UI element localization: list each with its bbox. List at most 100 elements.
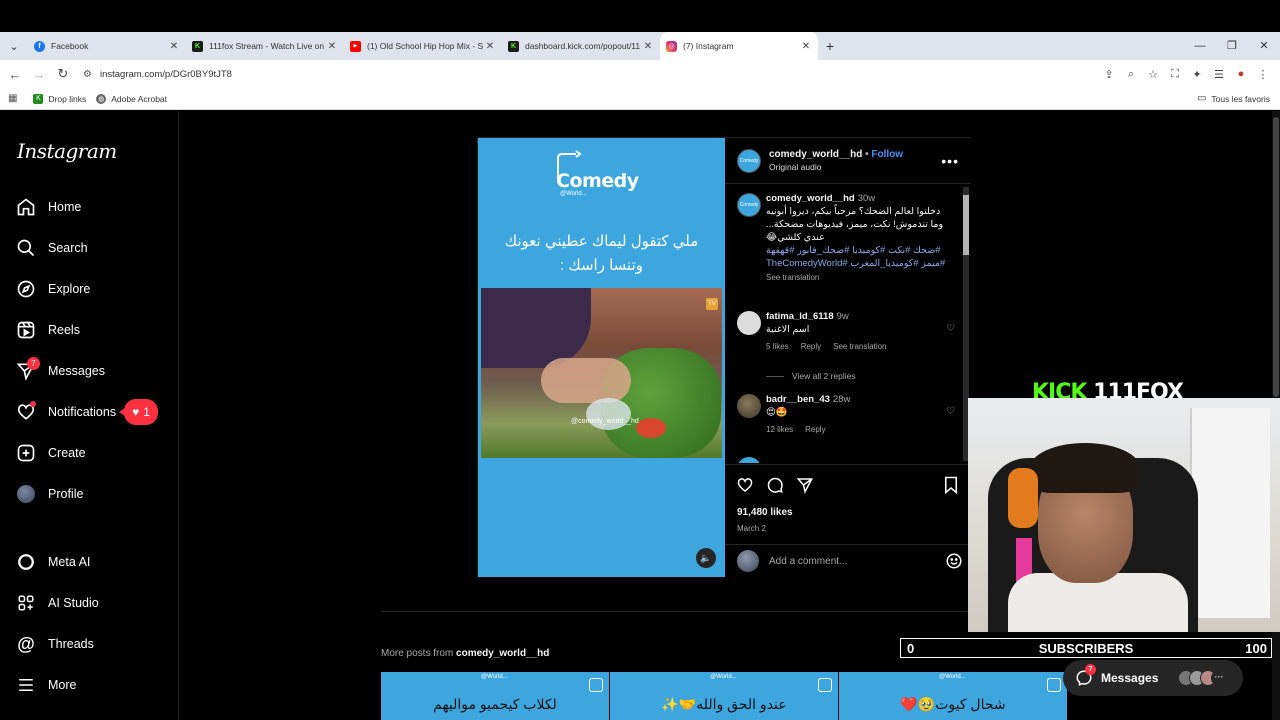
like-comment-heart-icon[interactable]: ♡ — [946, 406, 955, 417]
see-translation-link[interactable]: See translation — [766, 273, 819, 282]
zoom-icon[interactable]: ⌕ — [1120, 68, 1142, 81]
bookmark-star-icon[interactable]: ☆ — [1142, 68, 1164, 81]
apps-grid-icon[interactable]: ▦ — [8, 93, 17, 104]
install-app-icon[interactable]: ⇪ — [1098, 68, 1120, 81]
post-thumbnail[interactable]: @World... لكلاب كيحميو مواليهم — [381, 672, 609, 720]
tab-kick-dashboard[interactable]: K dashboard.kick.com/popout/11 ✕ — [502, 32, 660, 60]
sidebar-item-search[interactable]: Search — [16, 236, 88, 260]
likes-count[interactable]: 91,480 likes — [737, 507, 793, 518]
site-info-icon[interactable]: ⚙ — [83, 69, 92, 80]
video-tomato — [636, 418, 666, 438]
comment-likes[interactable]: 5 likes — [766, 342, 789, 351]
video-frame[interactable]: @comedy_world__hd TV — [481, 288, 722, 458]
caption-author-avatar[interactable]: Comedy — [737, 193, 761, 217]
kick-favicon-icon: K — [192, 40, 203, 52]
close-window-icon[interactable]: ✕ — [1248, 32, 1280, 60]
sidebar-label: Messages — [48, 364, 105, 378]
post-media[interactable]: Comedy @World... ملي كتقول ليماك عطيني ن… — [478, 138, 725, 577]
messages-badge: 7 — [1085, 664, 1096, 675]
action-icons — [735, 475, 815, 495]
tab-close-icon[interactable]: ✕ — [484, 41, 496, 52]
sidebar-item-meta-ai[interactable]: Meta AI — [16, 550, 90, 574]
comment-likes[interactable]: 12 likes — [766, 425, 793, 434]
comment-username[interactable]: badr__ben_43 — [766, 394, 830, 405]
scrollbar-thumb[interactable] — [963, 195, 969, 255]
browser-menu-icon[interactable]: ⋮ — [1252, 68, 1274, 81]
sidebar-item-threads[interactable]: @ Threads — [16, 632, 94, 656]
reply-button[interactable]: Reply — [805, 425, 825, 434]
commenter-avatar[interactable] — [737, 457, 761, 463]
avatar — [17, 485, 35, 503]
bookmark-adobe-acrobat[interactable]: ◍ Adobe Acrobat — [96, 93, 167, 104]
comment-meta: 5 likes Reply See translation — [766, 342, 946, 351]
forward-arrow-icon[interactable]: → — [27, 67, 51, 82]
sidebar-item-more[interactable]: More — [16, 673, 76, 697]
tab-close-icon[interactable]: ✕ — [800, 41, 812, 52]
mute-toggle-icon[interactable]: 🔈 — [696, 548, 716, 568]
tab-instagram[interactable]: ◎ (7) Instagram ✕ — [660, 32, 818, 60]
default-avatar-icon[interactable] — [737, 311, 761, 335]
back-arrow-icon[interactable]: ← — [3, 67, 27, 82]
profile-avatar-icon[interactable]: ● — [1230, 68, 1252, 80]
sidebar-item-profile[interactable]: Profile — [16, 482, 83, 506]
author-username[interactable]: comedy_world__hd — [769, 149, 862, 160]
bookmark-save-icon[interactable] — [941, 475, 961, 495]
tab-close-icon[interactable]: ✕ — [642, 41, 654, 52]
browser-tab-strip: ⌄ f Facebook ✕ K 111fox Stream - Watch L… — [0, 32, 1280, 60]
share-send-icon[interactable] — [795, 475, 815, 495]
url-field[interactable]: ⚙ instagram.com/p/DGr0BY9tJT8 — [83, 63, 232, 85]
like-comment-heart-icon[interactable]: ♡ — [946, 323, 955, 334]
reply-button[interactable]: Reply — [801, 342, 821, 351]
floating-messages-button[interactable]: 7 Messages ··· — [1063, 660, 1243, 696]
caption-username[interactable]: comedy_world__hd — [766, 193, 855, 204]
original-audio-link[interactable]: Original audio — [769, 162, 903, 172]
sidebar-item-reels[interactable]: Reels — [16, 318, 80, 342]
post-thumbnail[interactable]: @World... شحال كيوت🥹❤️ — [839, 672, 1067, 720]
comment-body: badr__ben_43 28w 😍🤩 12 likes Reply — [766, 394, 946, 434]
sidebar-item-ai-studio[interactable]: AI Studio — [16, 591, 99, 615]
hamburger-menu-icon — [16, 675, 36, 695]
see-translation-link[interactable]: See translation — [833, 342, 886, 351]
like-heart-icon[interactable] — [735, 475, 755, 495]
all-bookmarks[interactable]: ▭ Tous les favoris — [1197, 93, 1270, 104]
tab-label: 111fox Stream - Watch Live on — [209, 41, 325, 51]
sidebar-item-home[interactable]: Home — [16, 195, 81, 219]
reload-icon[interactable]: ↻ — [51, 66, 75, 82]
comment-bubble-icon[interactable] — [765, 475, 785, 495]
reel-icon — [818, 678, 832, 692]
tab-search-chevron-icon[interactable]: ⌄ — [0, 32, 28, 60]
emoji-smiley-icon[interactable] — [945, 552, 963, 570]
sidebar-item-explore[interactable]: Explore — [16, 277, 90, 301]
add-comment-input[interactable]: Add a comment... — [769, 556, 945, 567]
tab-close-icon[interactable]: ✕ — [326, 41, 338, 52]
tv-logo-icon: TV — [706, 298, 718, 310]
reading-list-icon[interactable]: ☰ — [1208, 68, 1230, 81]
bookmark-drop-links[interactable]: K Drop links — [33, 93, 86, 104]
tab-111fox-stream[interactable]: K 111fox Stream - Watch Live on ✕ — [186, 32, 344, 60]
screenshot-icon[interactable]: ⛶ — [1164, 68, 1186, 81]
view-replies-link[interactable]: View all 2 replies — [766, 371, 856, 381]
commenter-avatar[interactable] — [737, 394, 761, 418]
page-scrollbar-thumb[interactable] — [1273, 117, 1279, 397]
more-posts-username[interactable]: comedy_world__hd — [456, 648, 549, 659]
comment-username[interactable]: fatima_ld_6118 — [766, 311, 834, 322]
post-thumbnail[interactable]: @World... عندو الحق والله🤝✨ — [610, 672, 838, 720]
minimize-icon[interactable]: — — [1184, 32, 1216, 60]
tab-close-icon[interactable]: ✕ — [168, 41, 180, 52]
sidebar-item-messages[interactable]: 7 Messages — [16, 357, 105, 383]
caption-hashtags[interactable]: #ضحك #نكت #كوميديا #ضحك_فابور #قهقهة #مي… — [766, 244, 946, 270]
instagram-logo[interactable]: Instagram — [17, 139, 117, 163]
sidebar-item-notifications[interactable]: Notifications ♥ 1 — [16, 399, 158, 425]
notifications-like-pill[interactable]: ♥ 1 — [119, 399, 158, 425]
new-tab-plus-icon[interactable]: + — [818, 38, 842, 54]
extensions-puzzle-icon[interactable]: ✦ — [1186, 68, 1208, 81]
messages-label: Messages — [1101, 671, 1159, 685]
restore-icon[interactable]: ❐ — [1216, 32, 1248, 60]
author-avatar[interactable]: Comedy — [737, 148, 761, 173]
more-options-icon[interactable]: ••• — [941, 153, 959, 169]
tab-facebook[interactable]: f Facebook ✕ — [28, 32, 186, 60]
instagram-favicon-icon: ◎ — [666, 40, 677, 52]
tab-youtube[interactable]: ▶ (1) Old School Hip Hop Mix - S ✕ — [344, 32, 502, 60]
sidebar-item-create[interactable]: Create — [16, 441, 86, 465]
follow-button[interactable]: Follow — [871, 149, 903, 160]
